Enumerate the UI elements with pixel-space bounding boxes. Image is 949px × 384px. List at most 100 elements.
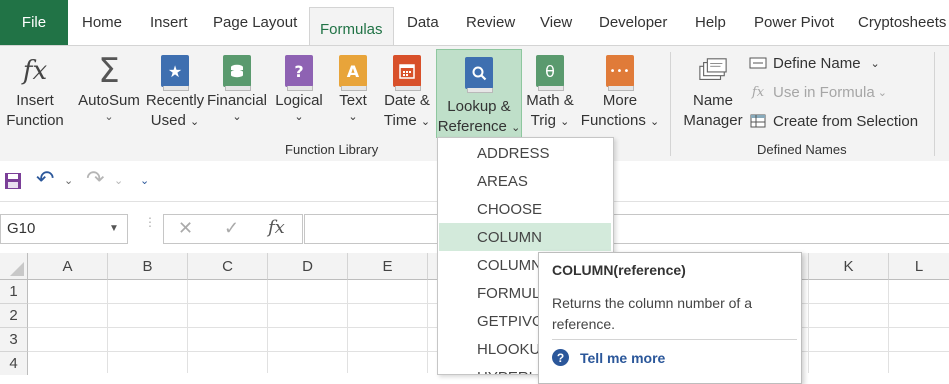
chevron-down-icon: ⌄ xyxy=(511,122,521,134)
select-all-corner[interactable] xyxy=(0,253,28,280)
label-tag-icon xyxy=(749,55,767,71)
menu-item-areas[interactable]: AREAS xyxy=(439,167,611,195)
tooltip-divider xyxy=(552,339,797,340)
chevron-down-icon: ⌄ xyxy=(104,111,114,123)
column-header-b[interactable]: B xyxy=(108,253,188,280)
autosum-label: AutoSum xyxy=(78,92,140,109)
fx-icon: fx xyxy=(22,56,48,86)
menu-item-choose[interactable]: CHOOSE xyxy=(439,195,611,223)
financial-button[interactable]: Financial ⌄ xyxy=(206,48,268,138)
resize-handle-icon[interactable]: ⋮ xyxy=(144,216,156,239)
undo-icon[interactable]: ↶ xyxy=(36,167,54,192)
column-gridline xyxy=(267,280,268,373)
column-gridline xyxy=(888,280,889,373)
menu-item-address[interactable]: ADDRESS xyxy=(439,139,611,167)
chevron-down-icon: ⌄ xyxy=(560,116,570,128)
tab-data[interactable]: Data xyxy=(407,0,439,45)
tooltip-title: COLUMN(reference) xyxy=(552,262,686,278)
cancel-icon[interactable]: ✕ xyxy=(178,218,193,239)
row-header-2[interactable]: 2 xyxy=(0,304,28,328)
tab-help[interactable]: Help xyxy=(695,0,726,45)
name-manager-label: Name Manager xyxy=(683,92,743,129)
chevron-down-icon: ⌄ xyxy=(420,116,431,128)
tab-formulas[interactable]: Formulas xyxy=(309,7,394,50)
define-name-button[interactable]: Define Name ⌄ xyxy=(749,51,880,75)
column-gridline xyxy=(107,280,108,373)
customize-qat-icon[interactable]: ⌄ xyxy=(140,174,149,187)
tab-view[interactable]: View xyxy=(540,0,572,45)
more-functions-button[interactable]: ••• More Functions ⌄ xyxy=(580,48,660,138)
theta-book-icon: θ xyxy=(535,54,565,91)
chevron-down-icon: ⌄ xyxy=(189,116,200,128)
function-library-group-label: Function Library xyxy=(285,142,379,157)
column-header-a[interactable]: A xyxy=(28,253,108,280)
column-header-l[interactable]: L xyxy=(889,253,949,280)
chevron-down-icon: ⌄ xyxy=(650,116,660,128)
name-manager-button[interactable]: Name Manager xyxy=(682,48,744,138)
column-gridline xyxy=(187,280,188,373)
tab-page-layout[interactable]: Page Layout xyxy=(213,0,297,45)
tab-review[interactable]: Review xyxy=(466,0,515,45)
text-button[interactable]: A Text ⌄ xyxy=(335,48,371,138)
date-time-label: Date & Time ⌄ xyxy=(383,92,431,129)
recently-used-label: Recently Used ⌄ xyxy=(145,92,205,129)
letter-a-book-icon: A xyxy=(338,54,368,91)
help-icon: ? xyxy=(552,349,569,366)
lookup-reference-button[interactable]: Lookup & Reference ⌄ xyxy=(436,49,522,138)
create-from-selection-label: Create from Selection xyxy=(773,112,919,130)
calendar-book-icon xyxy=(392,54,422,91)
insert-function-icon[interactable]: fx xyxy=(268,217,285,238)
group-separator xyxy=(934,52,935,156)
group-separator xyxy=(670,52,671,156)
recently-used-button[interactable]: ★ Recently Used ⌄ xyxy=(145,48,205,138)
ribbon-tab-bar: File Home Insert Page Layout Formulas Da… xyxy=(0,0,949,50)
star-book-icon: ★ xyxy=(160,54,190,91)
math-trig-button[interactable]: θ Math & Trig ⌄ xyxy=(523,48,577,138)
column-gridline xyxy=(347,280,348,373)
autosum-button[interactable]: Σ AutoSum ⌄ xyxy=(76,48,142,138)
tell-me-more-label: Tell me more xyxy=(580,349,666,366)
tooltip-description: Returns the column number of a reference… xyxy=(552,295,752,332)
column-header-d[interactable]: D xyxy=(268,253,348,280)
column-gridline xyxy=(808,280,809,373)
use-in-formula-button[interactable]: fx Use in Formula ⌄ xyxy=(749,80,887,104)
magnifier-book-icon xyxy=(464,56,494,93)
function-tooltip: COLUMN(reference) Returns the column num… xyxy=(538,252,802,384)
tab-developer[interactable]: Developer xyxy=(599,0,667,45)
date-time-button[interactable]: Date & Time ⌄ xyxy=(380,48,434,138)
tell-me-more-link[interactable]: ? Tell me more xyxy=(552,349,665,366)
create-from-selection-button[interactable]: Create from Selection xyxy=(749,109,918,133)
insert-function-label: Insert Function xyxy=(6,92,64,129)
save-icon[interactable] xyxy=(4,172,22,190)
text-label: Text xyxy=(339,92,367,109)
formula-controls: ✕ ✓ fx xyxy=(163,214,303,244)
chevron-down-icon: ⌄ xyxy=(877,86,887,99)
menu-item-column[interactable]: COLUMN xyxy=(439,223,611,251)
table-selection-icon xyxy=(749,113,767,129)
row-header-4[interactable]: 4 xyxy=(0,352,28,375)
enter-icon[interactable]: ✓ xyxy=(224,218,239,239)
chevron-down-icon[interactable]: ▼ xyxy=(109,223,119,234)
row-header-1[interactable]: 1 xyxy=(0,280,28,304)
redo-icon[interactable]: ↷ xyxy=(86,167,104,192)
formula-input[interactable] xyxy=(304,214,949,244)
logical-button[interactable]: ? Logical ⌄ xyxy=(272,48,326,138)
column-header-c[interactable]: C xyxy=(188,253,268,280)
tab-file[interactable]: File xyxy=(0,0,68,45)
tab-home[interactable]: Home xyxy=(82,0,122,45)
row-header-3[interactable]: 3 xyxy=(0,328,28,352)
column-header-k[interactable]: K xyxy=(809,253,889,280)
name-box[interactable]: G10 ▼ xyxy=(0,214,128,244)
chevron-down-icon[interactable]: ⌄ xyxy=(114,174,123,187)
column-header-e[interactable]: E xyxy=(348,253,428,280)
chevron-down-icon[interactable]: ⌄ xyxy=(64,174,73,187)
tab-insert[interactable]: Insert xyxy=(150,0,188,45)
logical-label: Logical xyxy=(275,92,323,109)
tab-power-pivot[interactable]: Power Pivot xyxy=(754,0,834,45)
chevron-down-icon: ⌄ xyxy=(294,111,304,123)
insert-function-button[interactable]: fx Insert Function xyxy=(4,48,66,138)
question-book-icon: ? xyxy=(284,54,314,91)
tab-cryptosheets[interactable]: Cryptosheets xyxy=(858,0,946,45)
define-name-label: Define Name xyxy=(773,54,861,72)
coins-book-icon xyxy=(222,54,252,91)
